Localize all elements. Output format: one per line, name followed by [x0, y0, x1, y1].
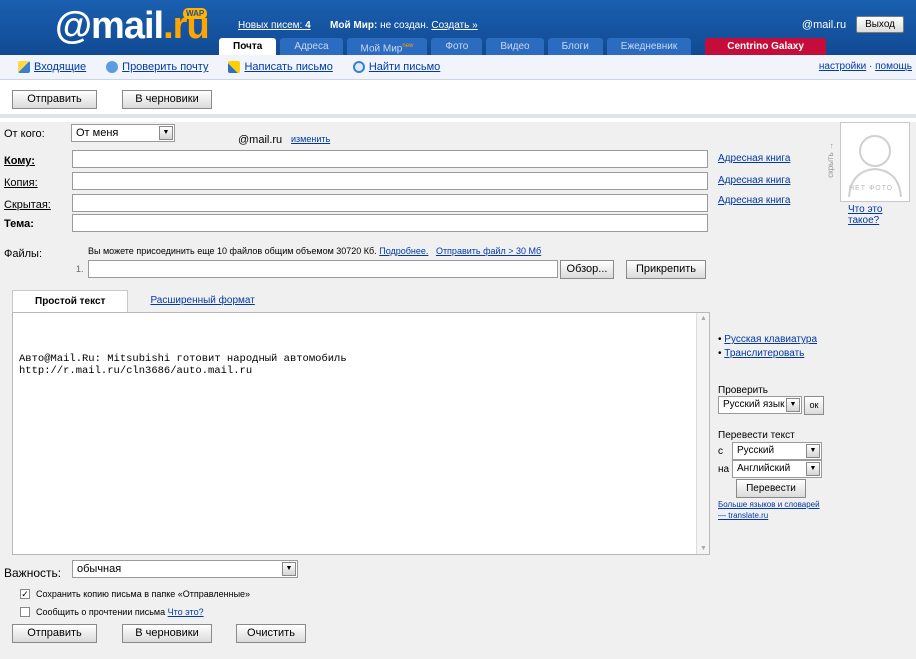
avatar: НЕТ ФОТО	[840, 122, 910, 202]
create-my-world-link[interactable]: Создать »	[431, 20, 477, 31]
address-book-link-bcc[interactable]: Адресная книга	[718, 195, 790, 206]
tab-addresses[interactable]: Адреса	[280, 38, 343, 55]
translate-from-prefix: с	[718, 446, 723, 457]
read-receipt-label: Сообщить о прочтении письма Что это?	[36, 607, 204, 617]
header: @mail.ru WAP Новых писем: 4 Мой Мир: не …	[0, 0, 916, 55]
file-index: 1.	[76, 264, 84, 274]
message-body-editor[interactable]: Авто@Mail.Ru: Mitsubishi готовит народны…	[12, 312, 710, 555]
compose-form: От кого: От меня ▼ @mail.ru изменить Кому…	[0, 122, 916, 659]
more-languages-link[interactable]: Больше языков и словарей	[718, 500, 820, 509]
ru-keyboard-item: • Русская клавиатура	[718, 334, 818, 345]
translate-to-prefix: на	[718, 464, 730, 475]
bcc-label[interactable]: Скрытая:	[4, 199, 51, 211]
translit-link[interactable]: Транслитеровать	[724, 348, 804, 359]
tab-mail[interactable]: Почта	[219, 38, 277, 55]
files-label: Файлы:	[4, 248, 43, 260]
inbox-icon	[18, 61, 30, 73]
new-letters-link[interactable]: Новых писем: 4	[238, 20, 311, 31]
translit-item: • Транслитеровать	[718, 348, 805, 359]
from-email: @mail.ru	[238, 134, 283, 146]
save-copy-checkbox[interactable]: ✓	[20, 589, 30, 599]
spellcheck-lang-select[interactable]: Русский язык ▼	[718, 396, 802, 414]
toolbar-right-links: настройки · помощь	[818, 61, 912, 72]
from-select[interactable]: От меня ▼	[71, 124, 175, 142]
drafts-button-bottom[interactable]: В черновики	[122, 624, 212, 643]
scroll-down-icon[interactable]: ▼	[700, 545, 707, 552]
translate-button[interactable]: Перевести	[736, 479, 806, 498]
to-label[interactable]: Кому:	[4, 155, 35, 167]
mail-toolbar: Входящие Проверить почту Написать письмо…	[0, 55, 916, 80]
read-receipt-checkbox[interactable]	[20, 607, 30, 617]
refresh-mail-icon	[106, 61, 119, 73]
ru-keyboard-link[interactable]: Русская клавиатура	[724, 334, 817, 345]
tab-plain-text[interactable]: Простой текст	[12, 290, 129, 312]
browse-button[interactable]: Обзор...	[560, 260, 614, 279]
wap-badge[interactable]: WAP	[183, 8, 208, 19]
subject-input[interactable]	[72, 214, 708, 232]
top-button-bar: Отправить В черновики	[0, 80, 916, 118]
clear-button[interactable]: Очистить	[236, 624, 306, 643]
editor-scrollbar[interactable]: ▲ ▼	[696, 313, 709, 554]
cc-input[interactable]	[72, 172, 708, 190]
chevron-down-icon: ▼	[806, 462, 820, 476]
tab-photo[interactable]: Фото	[431, 38, 483, 55]
tab-centrino-galaxy[interactable]: Centrino Galaxy	[705, 38, 826, 55]
my-world-status: Мой Мир: не создан. Создать »	[330, 20, 478, 31]
account-area: @mail.ru Выход	[802, 16, 904, 33]
service-tabs: Почта Адреса Мой Мирnew Фото Видео Блоги…	[219, 38, 830, 55]
what-is-this-link[interactable]: Что это такое?	[848, 204, 916, 226]
importance-select[interactable]: обычная ▼	[72, 560, 298, 578]
translate-to-select[interactable]: Английский ▼	[732, 460, 822, 478]
editor-format-tabs: Простой текст Расширенный формат	[12, 290, 277, 312]
to-input[interactable]	[72, 150, 708, 168]
exit-button[interactable]: Выход	[856, 16, 904, 33]
check-mail-link[interactable]: Проверить почту	[106, 61, 208, 73]
write-letter-link[interactable]: Написать письмо	[228, 61, 333, 73]
send-large-file-link[interactable]: Отправить файл > 30 Мб	[436, 246, 541, 256]
no-photo-label: НЕТ ФОТО	[849, 185, 894, 192]
inbox-link[interactable]: Входящие	[18, 61, 86, 73]
tab-rich-format[interactable]: Расширенный формат	[128, 290, 276, 312]
chevron-down-icon: ▼	[282, 562, 296, 576]
settings-link[interactable]: настройки	[819, 61, 866, 72]
spellcheck-ok-button[interactable]: ок	[804, 396, 824, 415]
translate-label: Перевести текст	[718, 430, 795, 441]
drafts-button-top[interactable]: В черновики	[122, 90, 212, 109]
save-copy-label: Сохранить копию письма в папке «Отправле…	[36, 589, 251, 599]
account-email: @mail.ru	[801, 18, 847, 31]
chevron-down-icon: ▼	[786, 398, 800, 412]
send-button-top[interactable]: Отправить	[12, 90, 97, 109]
chevron-down-icon: ▼	[159, 126, 173, 140]
files-info: Вы можете присоединить еще 10 файлов общ…	[88, 246, 542, 256]
subject-label: Тема:	[4, 218, 34, 230]
file-path-input[interactable]	[88, 260, 558, 278]
magnifier-icon	[352, 61, 365, 73]
read-receipt-what-link[interactable]: Что это?	[168, 607, 204, 617]
translate-from-select[interactable]: Русский ▼	[732, 442, 822, 460]
chevron-down-icon: ▼	[806, 444, 820, 458]
address-book-link-to[interactable]: Адресная книга	[718, 153, 790, 164]
attach-button[interactable]: Прикрепить	[626, 260, 706, 279]
change-sender-link[interactable]: изменить	[291, 134, 330, 144]
tab-blogs[interactable]: Блоги	[547, 38, 603, 55]
tab-my-world[interactable]: Мой Мирnew	[346, 38, 428, 55]
from-label: От кого:	[4, 128, 45, 140]
address-book-link-cc[interactable]: Адресная книга	[718, 175, 790, 186]
tab-calendar[interactable]: Ежедневник	[606, 38, 692, 55]
new-badge: new	[402, 43, 414, 49]
bcc-input[interactable]	[72, 194, 708, 212]
tab-video[interactable]: Видео	[486, 38, 544, 55]
find-letter-link[interactable]: Найти письмо	[352, 61, 440, 73]
scroll-up-icon[interactable]: ▲	[700, 315, 707, 322]
translate-ru-link[interactable]: — translate.ru	[718, 511, 768, 520]
more-info-link[interactable]: Подробнее.	[379, 246, 428, 256]
send-button-bottom[interactable]: Отправить	[12, 624, 97, 643]
cc-label[interactable]: Копия:	[4, 177, 38, 189]
help-link[interactable]: помощь	[875, 61, 912, 72]
spellcheck-label: Проверить	[718, 385, 769, 396]
hide-avatar-toggle[interactable]: скрыть →	[826, 142, 835, 178]
importance-label: Важность:	[4, 566, 62, 580]
pencil-icon	[228, 61, 241, 73]
message-body-text: Авто@Mail.Ru: Mitsubishi готовит народны…	[19, 353, 347, 377]
